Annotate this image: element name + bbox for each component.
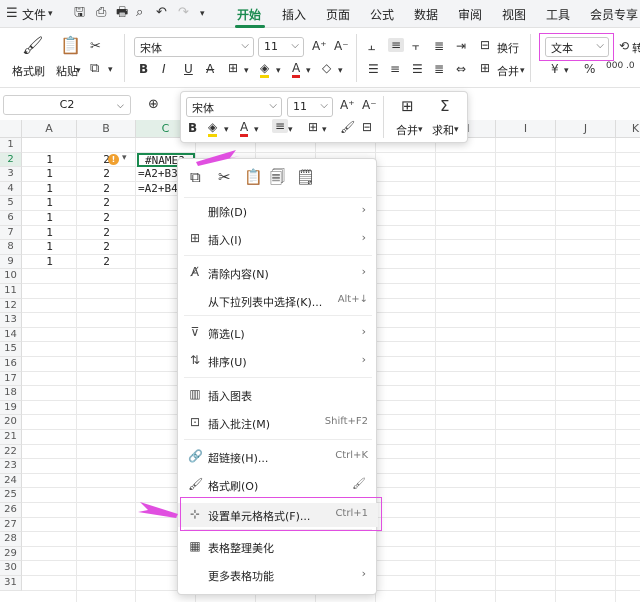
annotation-arrows — [138, 150, 240, 518]
arrow-to-cell — [196, 150, 240, 166]
arrow-to-format-cells — [138, 502, 178, 518]
